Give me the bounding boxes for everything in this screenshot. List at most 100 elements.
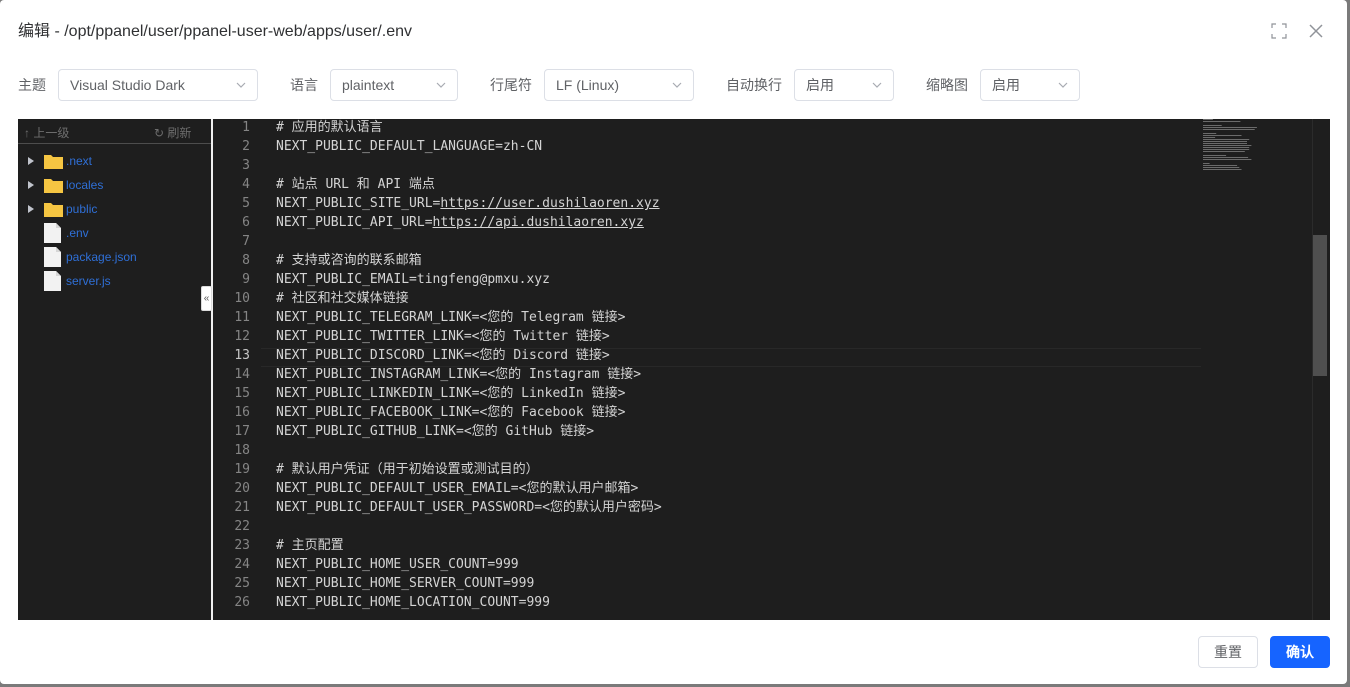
line-number: 2 <box>242 139 250 154</box>
minimap-select[interactable]: 启用 <box>980 69 1080 101</box>
line-content: NEXT_PUBLIC_HOME_LOCATION_COUNT=999 <box>276 595 550 610</box>
eol-select[interactable]: LF (Linux) <box>544 69 694 101</box>
code-line: 22 <box>213 517 1213 536</box>
tree-file-item[interactable]: package.json <box>18 245 211 269</box>
code-line: 1 # 应用的默认语言 <box>213 119 1213 137</box>
line-number: 4 <box>242 177 250 192</box>
parent-directory-button[interactable]: ↑ 上一级 <box>24 124 69 141</box>
minimap-line <box>1203 135 1242 136</box>
collapse-sidebar-icon[interactable]: « <box>201 286 212 311</box>
line-content: NEXT_PUBLIC_SITE_URL=https://user.dushil… <box>276 196 660 211</box>
caret-right-icon[interactable] <box>28 181 34 189</box>
code-line: 19 # 默认用户凭证（用于初始设置或测试目的） <box>213 460 1213 479</box>
line-number: 19 <box>234 462 250 477</box>
line-number: 12 <box>234 329 250 344</box>
chevron-down-icon <box>1057 70 1069 100</box>
tree-folder-item[interactable]: public <box>18 197 211 221</box>
folder-icon <box>44 201 63 222</box>
editor-area: ↑ 上一级 ↻ 刷新 .next locales public .env package… <box>18 119 1330 620</box>
line-content: NEXT_PUBLIC_TWITTER_LINK=<您的 Twitter 链接> <box>276 329 610 344</box>
confirm-button[interactable]: 确认 <box>1270 636 1330 668</box>
minimap-line <box>1203 155 1227 156</box>
line-content: NEXT_PUBLIC_TELEGRAM_LINK=<您的 Telegram 链… <box>276 310 626 325</box>
language-select-value: plaintext <box>342 77 395 93</box>
language-select[interactable]: plaintext <box>330 69 458 101</box>
tree-file-item[interactable]: .env <box>18 221 211 245</box>
line-number: 8 <box>242 253 250 268</box>
minimap-line <box>1203 157 1249 158</box>
line-content: NEXT_PUBLIC_DEFAULT_USER_PASSWORD=<您的默认用… <box>276 500 662 515</box>
code-line: 5 NEXT_PUBLIC_SITE_URL=https://user.dushi… <box>213 194 1213 213</box>
code-line: 9 NEXT_PUBLIC_EMAIL=tingfeng@pmxu.xyz <box>213 270 1213 289</box>
chevron-down-icon <box>871 70 883 100</box>
line-number: 3 <box>242 158 250 173</box>
line-number: 14 <box>234 367 250 382</box>
file-icon <box>44 271 61 296</box>
line-content: # 支持或咨询的联系邮箱 <box>276 253 422 268</box>
line-number: 7 <box>242 234 250 249</box>
line-content: NEXT_PUBLIC_LINKEDIN_LINK=<您的 LinkedIn 链… <box>276 386 626 401</box>
word-wrap-label: 自动换行 <box>726 77 782 93</box>
url-link[interactable]: https://user.dushilaoren.xyz <box>440 196 659 211</box>
code-line: 23 # 主页配置 <box>213 536 1213 555</box>
line-content: NEXT_PUBLIC_DEFAULT_USER_EMAIL=<您的默认用户邮箱… <box>276 481 639 496</box>
minimap[interactable] <box>1203 119 1283 179</box>
code-line: 11 NEXT_PUBLIC_TELEGRAM_LINK=<您的 Telegram… <box>213 308 1213 327</box>
line-number: 26 <box>234 595 250 610</box>
code-line: 20 NEXT_PUBLIC_DEFAULT_USER_EMAIL=<您的默认用户… <box>213 479 1213 498</box>
tree-file-item[interactable]: server.js <box>18 269 211 293</box>
file-tree: ↑ 上一级 ↻ 刷新 .next locales public .env package… <box>18 119 211 620</box>
line-number: 1 <box>242 120 250 135</box>
reset-button[interactable]: 重置 <box>1198 636 1258 668</box>
line-number: 6 <box>242 215 250 230</box>
caret-right-icon[interactable] <box>28 205 34 213</box>
code-line: 24 NEXT_PUBLIC_HOME_USER_COUNT=999 <box>213 555 1213 574</box>
line-number: 15 <box>234 386 250 401</box>
line-number: 22 <box>234 519 250 534</box>
tree-item-label: server.js <box>66 274 111 288</box>
minimap-line <box>1203 163 1210 164</box>
word-wrap-select[interactable]: 启用 <box>794 69 894 101</box>
line-content: # 应用的默认语言 <box>276 120 383 135</box>
word-wrap-select-value: 启用 <box>806 77 834 93</box>
refresh-label: 刷新 <box>167 126 192 140</box>
minimap-line <box>1203 137 1216 138</box>
code-line: 12 NEXT_PUBLIC_TWITTER_LINK=<您的 Twitter 链… <box>213 327 1213 346</box>
minimap-line <box>1203 169 1242 170</box>
line-number: 16 <box>234 405 250 420</box>
tree-item-label: .env <box>66 226 89 240</box>
arrow-up-icon: ↑ <box>24 126 34 140</box>
tree-item-label: package.json <box>66 250 137 264</box>
close-icon[interactable] <box>1307 22 1325 40</box>
minimap-line <box>1203 141 1247 142</box>
minimap-line <box>1203 121 1241 122</box>
parent-directory-label: 上一级 <box>33 126 70 140</box>
language-label: 语言 <box>290 77 318 93</box>
chevron-down-icon <box>435 70 447 100</box>
minimap-line <box>1203 119 1213 120</box>
eol-select-value: LF (Linux) <box>556 77 620 93</box>
code-line: 15 NEXT_PUBLIC_LINKEDIN_LINK=<您的 LinkedIn… <box>213 384 1213 403</box>
tree-item-label: public <box>66 202 98 216</box>
vertical-scrollbar[interactable] <box>1313 235 1327 376</box>
code-editor[interactable]: 1 # 应用的默认语言 2 NEXT_PUBLIC_DEFAULT_LANGUAGE=… <box>213 119 1330 620</box>
theme-select[interactable]: Visual Studio Dark <box>58 69 258 101</box>
tree-item-label: .next <box>66 154 93 168</box>
fullscreen-icon[interactable] <box>1270 22 1288 40</box>
dialog-title: 编辑 - /opt/ppanel/user/ppanel-user-web/ap… <box>18 23 412 40</box>
line-content: NEXT_PUBLIC_DEFAULT_LANGUAGE=zh-CN <box>276 139 543 154</box>
minimap-line <box>1203 167 1240 168</box>
line-number: 25 <box>234 576 250 591</box>
minimap-line <box>1203 159 1252 160</box>
tree-folder-item[interactable]: .next <box>18 149 211 173</box>
tree-folder-item[interactable]: locales <box>18 173 211 197</box>
code-line: 17 NEXT_PUBLIC_GITHUB_LINK=<您的 GitHub 链接> <box>213 422 1213 441</box>
caret-right-icon[interactable] <box>28 157 34 165</box>
line-number: 21 <box>234 500 250 515</box>
code-line: 18 <box>213 441 1213 460</box>
url-link[interactable]: https://api.dushilaoren.xyz <box>433 215 644 230</box>
line-content: # 站点 URL 和 API 端点 <box>276 177 435 192</box>
theme-select-value: Visual Studio Dark <box>70 77 185 93</box>
refresh-button[interactable]: ↻ 刷新 <box>154 124 191 141</box>
code-line: 21 NEXT_PUBLIC_DEFAULT_USER_PASSWORD=<您的默… <box>213 498 1213 517</box>
